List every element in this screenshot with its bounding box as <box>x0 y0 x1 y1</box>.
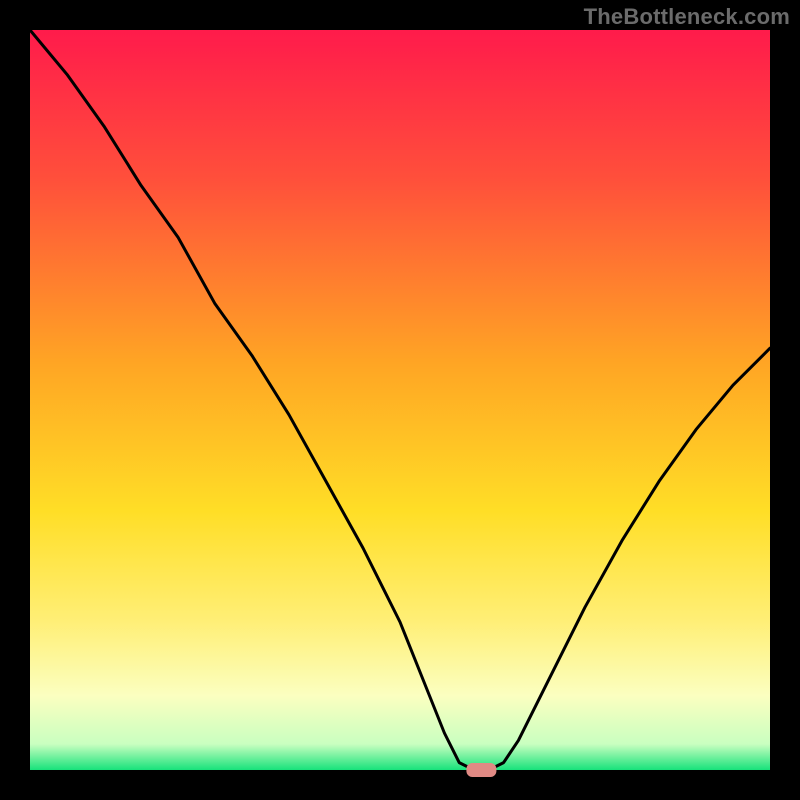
watermark-text: TheBottleneck.com <box>584 4 790 30</box>
bottleneck-chart <box>0 0 800 800</box>
chart-plot-area <box>30 30 770 770</box>
optimal-point-marker <box>466 763 496 777</box>
chart-container: TheBottleneck.com <box>0 0 800 800</box>
